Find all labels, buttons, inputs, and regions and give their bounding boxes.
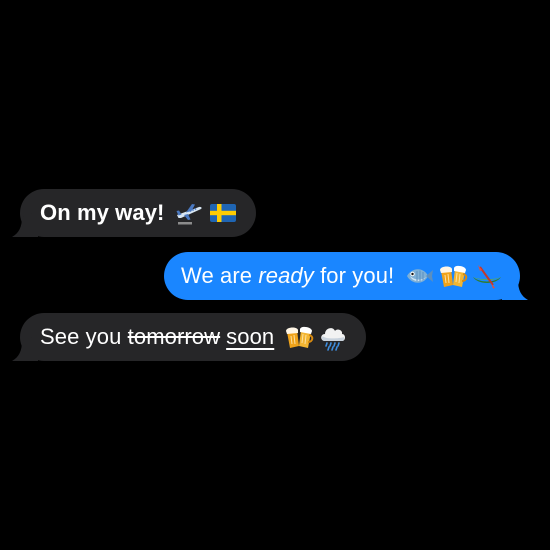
message-text: We are ready for you! [181,263,394,289]
message-thread: On my way! We are ready for you! See you… [0,0,550,550]
beer-mugs-icon [438,261,468,291]
sweden-flag-icon [208,198,238,228]
message-text-italic: ready [258,263,314,288]
message-bubble-incoming[interactable]: See you tomorrow soon [12,313,367,361]
message-text-plain: for you! [313,263,395,288]
message-bubble-incoming[interactable]: On my way! [12,189,257,237]
message-text-underlined: soon [226,324,275,349]
message-text-plain: We are [181,263,259,288]
beer-mugs-icon [284,322,314,352]
message-text-plain: See you [40,324,128,349]
bubble-tail-icon [12,335,38,361]
rain-cloud-icon [318,322,348,352]
message-text-strikethrough: tomorrow [127,324,221,349]
bubble-tail-icon [502,274,529,300]
fish-icon [404,261,434,291]
canoe-icon [472,261,502,291]
message-text: See you tomorrow soon [40,324,274,350]
bubble-tail-icon [12,211,38,237]
message-bubble-outgoing[interactable]: We are ready for you! [164,252,529,300]
message-text: On my way! [40,200,165,225]
airplane-departure-icon [174,198,204,228]
